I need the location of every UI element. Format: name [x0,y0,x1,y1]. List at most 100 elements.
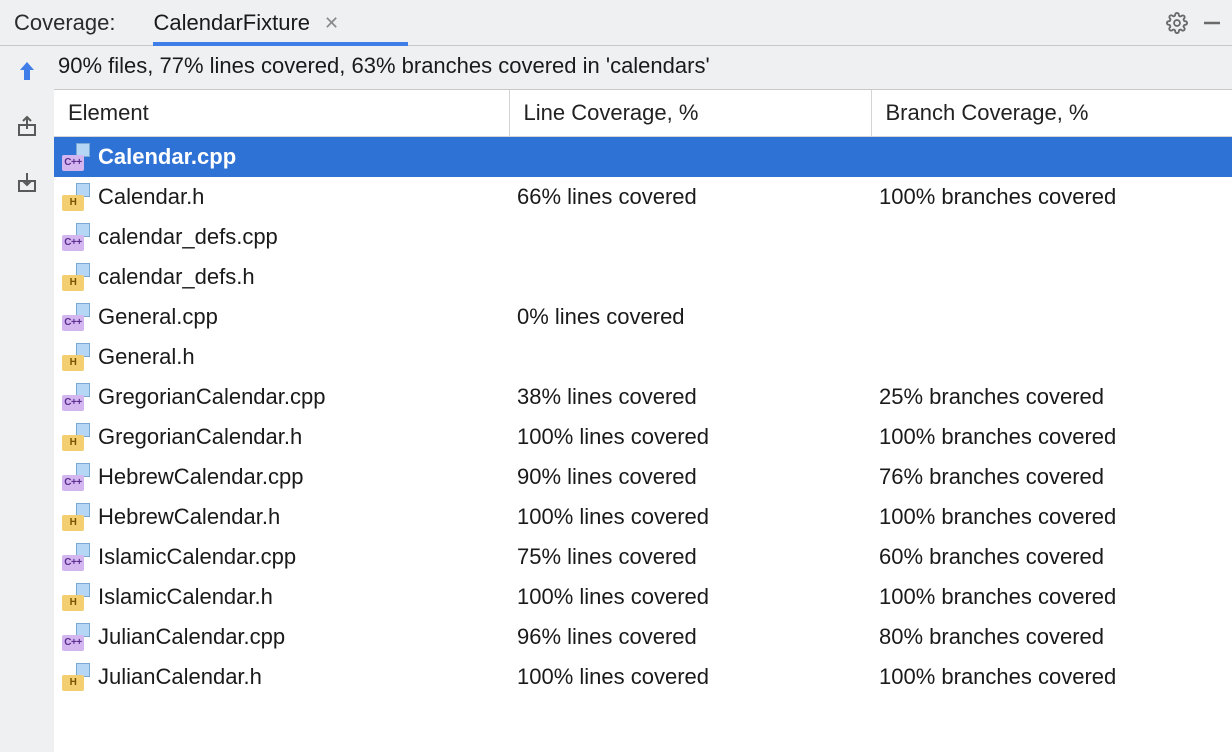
header-file-icon: H [62,583,90,611]
branch-coverage-cell: 100% branches covered [871,577,1232,617]
element-cell: C++ GregorianCalendar.cpp [54,377,509,417]
file-name: General.h [98,344,195,370]
branch-coverage-cell: 25% branches covered [871,377,1232,417]
file-name: JulianCalendar.cpp [98,624,285,650]
panel-title: Coverage: [14,10,116,36]
line-coverage-cell [509,217,871,257]
table-body: C++Calendar.cpp H Calendar.h 66% lines cove… [54,137,1232,697]
close-icon[interactable]: ✕ [324,14,339,32]
line-coverage-cell: 90% lines covered [509,457,871,497]
element-cell: H IslamicCalendar.h [54,577,509,617]
branch-coverage-cell: 80% branches covered [871,617,1232,657]
branch-coverage-cell [871,297,1232,337]
header-file-icon: H [62,503,90,531]
table-row[interactable]: HGregorianCalendar.h100% lines covered10… [54,417,1232,457]
cpp-file-icon: C++ [62,383,90,411]
header-file-icon: H [62,663,90,691]
file-name: Calendar.h [98,184,204,210]
header-file-icon: H [62,263,90,291]
cpp-file-icon: C++ [62,463,90,491]
element-cell: H JulianCalendar.h [54,657,509,697]
tab-underline [153,42,408,46]
line-coverage-cell: 100% lines covered [509,497,871,537]
col-line[interactable]: Line Coverage, % [509,90,871,137]
line-coverage-cell: 66% lines covered [509,177,871,217]
file-name: GregorianCalendar.h [98,424,302,450]
tab-label: CalendarFixture [154,10,311,36]
col-branch[interactable]: Branch Coverage, % [871,90,1232,137]
coverage-table-wrap[interactable]: Element Line Coverage, % Branch Coverage… [54,90,1232,752]
minimize-icon[interactable] [1202,13,1222,33]
element-cell: C++ General.cpp [54,297,509,337]
table-row[interactable]: C++Calendar.cpp [54,137,1232,177]
table-row[interactable]: C++ JulianCalendar.cpp 96% lines covered80… [54,617,1232,657]
branch-coverage-cell: 100% branches covered [871,417,1232,457]
main-area: 90% files, 77% lines covered, 63% branch… [54,46,1232,752]
line-coverage-cell: 75% lines covered [509,537,871,577]
element-cell: Hcalendar_defs.h [54,257,509,297]
branch-coverage-cell: 60% branches covered [871,537,1232,577]
element-cell: C++ JulianCalendar.cpp [54,617,509,657]
branch-coverage-cell [871,257,1232,297]
line-coverage-cell: 100% lines covered [509,417,871,457]
file-name: IslamicCalendar.h [98,584,273,610]
line-coverage-cell: 38% lines covered [509,377,871,417]
table-row[interactable]: H IslamicCalendar.h 100% lines covered100%… [54,577,1232,617]
line-coverage-cell: 96% lines covered [509,617,871,657]
file-name: GregorianCalendar.cpp [98,384,325,410]
line-coverage-cell [509,137,871,177]
file-name: JulianCalendar.h [98,664,262,690]
table-row[interactable]: Hcalendar_defs.h [54,257,1232,297]
table-row[interactable]: C++ General.cpp 0% lines covered [54,297,1232,337]
element-cell: H HebrewCalendar.h [54,497,509,537]
import-down-icon[interactable] [12,168,42,198]
table-row[interactable]: C++ HebrewCalendar.cpp 90% lines covered76… [54,457,1232,497]
branch-coverage-cell: 76% branches covered [871,457,1232,497]
table-row[interactable]: H General.h [54,337,1232,377]
file-name: calendar_defs.h [98,264,255,290]
table-row[interactable]: HJulianCalendar.h100% lines covered100% … [54,657,1232,697]
line-coverage-cell: 100% lines covered [509,577,871,617]
file-name: HebrewCalendar.h [98,504,280,530]
table-row[interactable]: C++ IslamicCalendar.cpp 75% lines covered6… [54,537,1232,577]
element-cell: C++Calendar.cpp [54,137,509,177]
file-name: HebrewCalendar.cpp [98,464,303,490]
file-name: General.cpp [98,304,218,330]
coverage-table: Element Line Coverage, % Branch Coverage… [54,90,1232,697]
coverage-summary: 90% files, 77% lines covered, 63% branch… [54,46,1232,90]
element-cell: H Calendar.h [54,177,509,217]
branch-coverage-cell [871,217,1232,257]
cpp-file-icon: C++ [62,143,90,171]
line-coverage-cell [509,257,871,297]
line-coverage-cell: 100% lines covered [509,657,871,697]
element-cell: HGregorianCalendar.h [54,417,509,457]
line-coverage-cell: 0% lines covered [509,297,871,337]
cpp-file-icon: C++ [62,543,90,571]
element-cell: H General.h [54,337,509,377]
element-cell: C++ HebrewCalendar.cpp [54,457,509,497]
header-file-icon: H [62,183,90,211]
branch-coverage-cell: 100% branches covered [871,177,1232,217]
table-row[interactable]: H HebrewCalendar.h 100% lines covered100% … [54,497,1232,537]
element-cell: C++ IslamicCalendar.cpp [54,537,509,577]
coverage-panel: Coverage: CalendarFixture ✕ [0,0,1232,752]
table-row[interactable]: H Calendar.h 66% lines covered100% branche… [54,177,1232,217]
up-arrow-icon[interactable] [12,56,42,86]
titlebar-actions [1166,12,1222,34]
file-name: IslamicCalendar.cpp [98,544,296,570]
table-row[interactable]: C++ GregorianCalendar.cpp 38% lines covere… [54,377,1232,417]
cpp-file-icon: C++ [62,623,90,651]
panel-body: 90% files, 77% lines covered, 63% branch… [0,46,1232,752]
col-element[interactable]: Element [54,90,509,137]
branch-coverage-cell: 100% branches covered [871,497,1232,537]
branch-coverage-cell [871,337,1232,377]
element-cell: C++calendar_defs.cpp [54,217,509,257]
cpp-file-icon: C++ [62,303,90,331]
toolbar-gutter [0,46,54,752]
table-row[interactable]: C++calendar_defs.cpp [54,217,1232,257]
titlebar: Coverage: CalendarFixture ✕ [0,0,1232,46]
tab-calendarfixture[interactable]: CalendarFixture ✕ [144,0,350,46]
header-file-icon: H [62,343,90,371]
export-up-icon[interactable] [12,112,42,142]
gear-icon[interactable] [1166,12,1188,34]
